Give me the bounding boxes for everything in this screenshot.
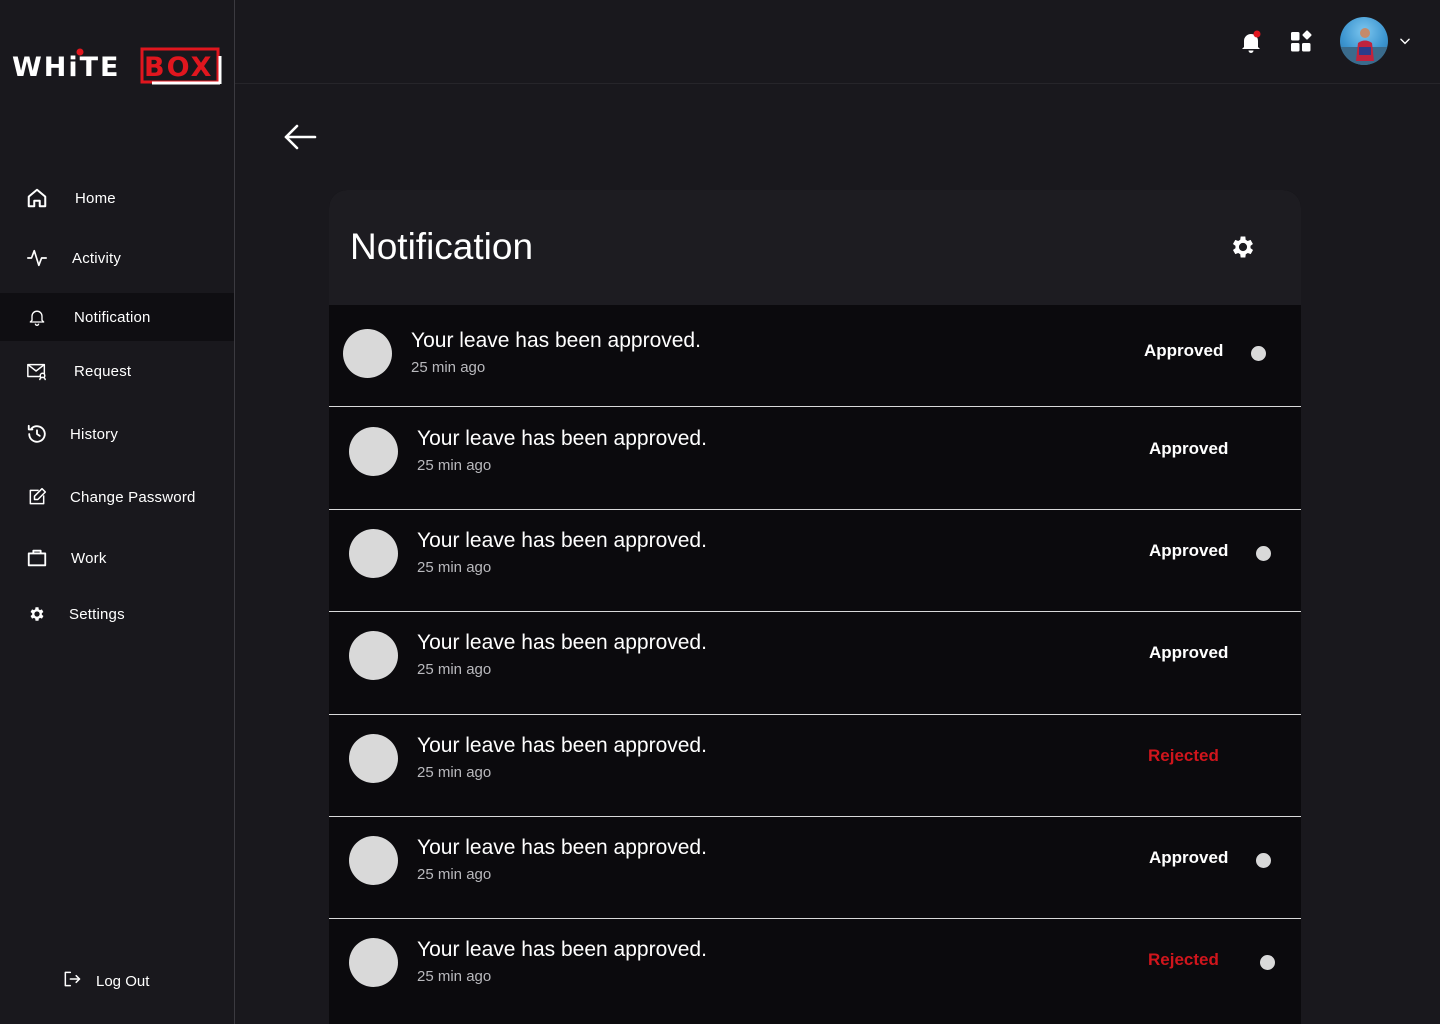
notification-message: Your leave has been approved. (417, 529, 707, 552)
notification-message: Your leave has been approved. (411, 329, 701, 352)
status-badge: Rejected (1148, 746, 1219, 765)
chevron-down-icon[interactable] (1398, 34, 1412, 48)
sidebar-item-request[interactable]: Request (0, 347, 234, 395)
arrow-left-icon[interactable] (283, 122, 317, 152)
logout-button[interactable]: Log Out (62, 966, 182, 996)
briefcase-icon (26, 547, 48, 569)
sidebar-item-notification[interactable]: Notification (0, 293, 234, 341)
avatar[interactable] (1340, 17, 1388, 65)
notification-avatar (349, 529, 398, 578)
sidebar-item-label: Change Password (70, 488, 196, 506)
unread-dot[interactable] (1260, 955, 1275, 970)
history-icon (26, 423, 48, 445)
sidebar-item-label: Home (75, 189, 116, 207)
notification-time: 25 min ago (417, 764, 492, 781)
sidebar-item-work[interactable]: Work (0, 534, 234, 582)
sidebar-item-label: Request (74, 362, 132, 380)
notification-message: Your leave has been approved. (417, 938, 707, 961)
notification-avatar (343, 329, 392, 378)
sidebar-item-label: History (70, 425, 119, 443)
unread-dot[interactable] (1256, 546, 1271, 561)
edit-icon (26, 486, 48, 508)
notification-badge (1253, 30, 1261, 38)
mail-user-icon (26, 360, 48, 382)
notification-row[interactable]: Your leave has been approved. 25 min ago… (329, 408, 1301, 510)
page-title: Notification (350, 226, 534, 267)
notifications-bell-icon[interactable] (1239, 30, 1263, 54)
status-badge: Approved (1144, 341, 1224, 360)
logout-icon (62, 969, 82, 994)
notification-message: Your leave has been approved. (417, 427, 707, 450)
status-badge: Approved (1149, 439, 1229, 458)
notification-time: 25 min ago (417, 968, 492, 985)
notification-avatar (349, 938, 398, 987)
sidebar: WHiTE BOX Home Activity Notification Req… (0, 0, 235, 1024)
unread-dot[interactable] (1251, 346, 1266, 361)
sidebar-item-history[interactable]: History (0, 410, 234, 458)
notification-row[interactable]: Your leave has been approved. 25 min ago… (329, 919, 1301, 1021)
sidebar-item-settings[interactable]: Settings (0, 590, 234, 638)
sidebar-item-label: Settings (69, 605, 125, 623)
notification-message: Your leave has been approved. (417, 836, 707, 859)
sidebar-item-home[interactable]: Home (0, 174, 234, 222)
home-icon (26, 187, 48, 209)
sidebar-item-activity[interactable]: Activity (0, 234, 234, 282)
notification-row[interactable]: Your leave has been approved. 25 min ago… (329, 817, 1301, 919)
panel-header: Notification (329, 190, 1301, 305)
notification-time: 25 min ago (417, 866, 492, 883)
notification-panel: Notification Your leave has been approve… (329, 190, 1301, 1024)
whitebox-logo[interactable]: WHiTE BOX (12, 46, 222, 86)
sidebar-item-label: Activity (72, 249, 122, 267)
status-badge: Approved (1149, 643, 1229, 662)
notification-time: 25 min ago (417, 661, 492, 678)
top-bar (235, 0, 1440, 84)
notification-row[interactable]: Your leave has been approved. 25 min ago… (329, 612, 1301, 715)
notification-time: 25 min ago (417, 559, 492, 576)
notification-message: Your leave has been approved. (417, 631, 707, 654)
bell-icon (26, 306, 48, 328)
apps-grid-icon[interactable] (1289, 30, 1313, 54)
notification-row[interactable]: Your leave has been approved. 25 min ago… (329, 510, 1301, 612)
status-badge: Approved (1149, 541, 1229, 560)
gear-icon[interactable] (1229, 233, 1257, 261)
notification-row[interactable]: Your leave has been approved. 25 min ago… (329, 715, 1301, 817)
notification-avatar (349, 631, 398, 680)
sidebar-item-label: Notification (74, 308, 151, 326)
notification-avatar (349, 836, 398, 885)
notification-time: 25 min ago (411, 359, 486, 376)
notification-row[interactable]: Your leave has been approved. 25 min ago… (329, 305, 1301, 407)
status-badge: Approved (1149, 848, 1229, 867)
logout-label: Log Out (96, 972, 150, 990)
activity-icon (26, 247, 48, 269)
sidebar-item-label: Work (71, 549, 107, 567)
svg-text:WHiTE: WHiTE (12, 52, 121, 83)
notification-message: Your leave has been approved. (417, 734, 707, 757)
status-badge: Rejected (1148, 950, 1219, 969)
notification-time: 25 min ago (417, 457, 492, 474)
svg-text:BOX: BOX (144, 52, 213, 83)
notification-avatar (349, 427, 398, 476)
notification-avatar (349, 734, 398, 783)
sidebar-item-change-password[interactable]: Change Password (0, 473, 234, 521)
gear-icon (26, 603, 48, 625)
unread-dot[interactable] (1256, 853, 1271, 868)
